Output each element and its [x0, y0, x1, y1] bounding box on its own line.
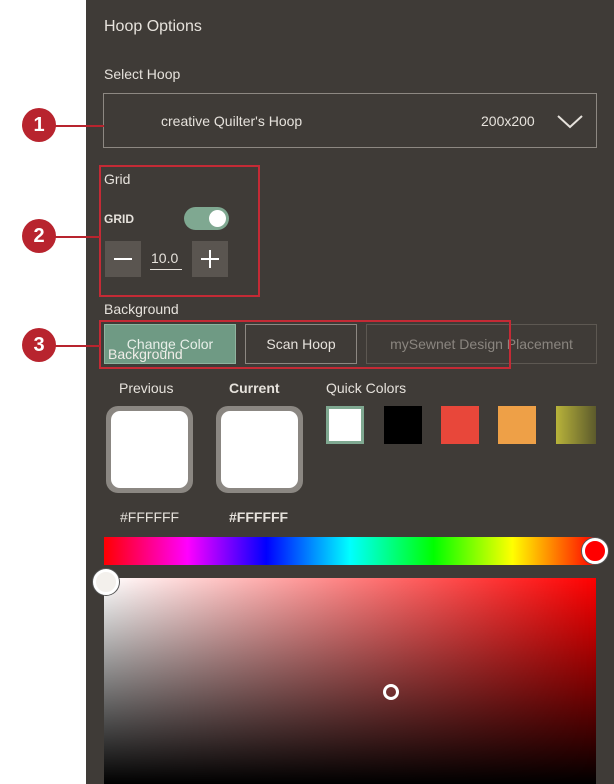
callout-1: 1: [22, 108, 56, 142]
grid-increase-button[interactable]: [192, 241, 228, 277]
callout-3: 3: [22, 328, 56, 362]
grid-decrease-button[interactable]: [105, 241, 141, 277]
plus-icon: [201, 250, 219, 268]
toggle-knob: [209, 210, 226, 227]
current-color-swatch: [216, 406, 303, 493]
grid-section-label: Grid: [104, 171, 131, 187]
background-section-label: Background: [104, 301, 179, 317]
select-hoop-label: Select Hoop: [104, 66, 181, 82]
callout-2: 2: [22, 219, 56, 253]
hoop-dropdown[interactable]: creative Quilter's Hoop 200x200: [103, 93, 597, 148]
value-underline: [150, 269, 182, 270]
grid-toggle-label: GRID: [104, 212, 134, 226]
saturation-value-picker[interactable]: [104, 578, 596, 784]
current-label: Current: [229, 380, 280, 396]
previous-hex: #FFFFFF: [120, 509, 180, 525]
grid-spacing-value[interactable]: 10.0: [151, 250, 178, 266]
color-picker-cursor[interactable]: [383, 684, 399, 700]
minus-icon: [114, 258, 132, 260]
callout-line-3: [52, 345, 100, 347]
quick-colors-label: Quick Colors: [326, 380, 407, 396]
callout-line-2: [52, 236, 100, 238]
grid-toggle[interactable]: [184, 207, 229, 230]
hoop-name: creative Quilter's Hoop: [161, 113, 303, 129]
picker-corner-handle[interactable]: [93, 569, 119, 595]
hoop-size: 200x200: [481, 113, 535, 129]
previous-color-swatch[interactable]: [106, 406, 193, 493]
callout-line-1: [52, 125, 104, 127]
hue-slider-handle[interactable]: [582, 538, 608, 564]
quick-color-white[interactable]: [326, 406, 364, 444]
chevron-down-icon: [557, 115, 583, 129]
quick-color-red[interactable]: [441, 406, 479, 444]
quick-color-olive[interactable]: [556, 406, 596, 444]
background-tooltip: Background: [108, 346, 183, 362]
previous-label: Previous: [119, 380, 174, 396]
quick-color-orange[interactable]: [498, 406, 536, 444]
quick-color-black[interactable]: [384, 406, 422, 444]
panel-title: Hoop Options: [104, 18, 202, 35]
hue-slider[interactable]: [104, 537, 596, 565]
current-hex: #FFFFFF: [229, 509, 289, 525]
